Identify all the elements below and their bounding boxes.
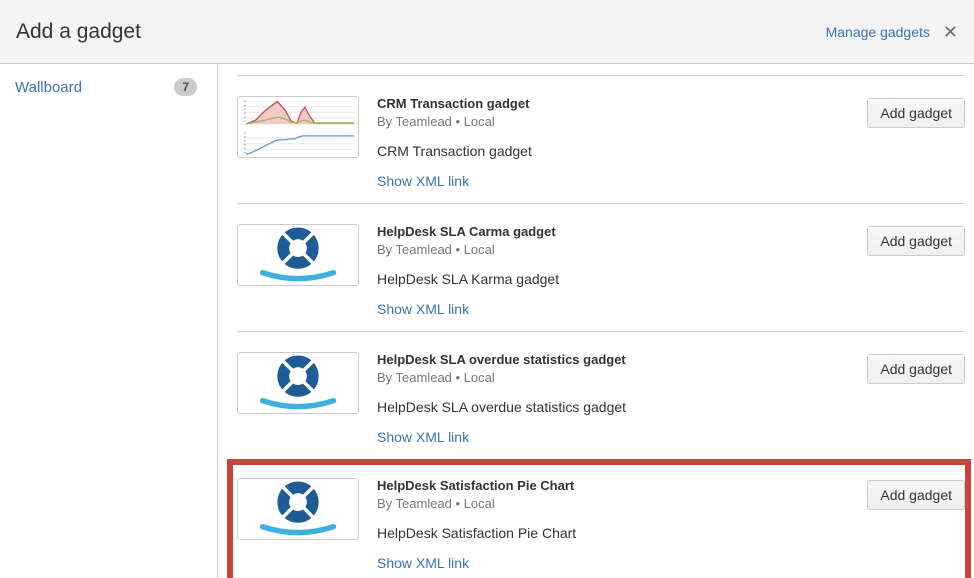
gadget-thumbnail: [237, 478, 359, 540]
swoosh-icon: [263, 401, 334, 407]
gadget-description: HelpDesk SLA overdue statistics gadget: [377, 399, 867, 415]
gadget-description: HelpDesk SLA Karma gadget: [377, 271, 867, 287]
gadget-byline: By Teamlead • Local: [377, 114, 867, 129]
header-actions: Manage gadgets ✕: [826, 23, 958, 41]
crm-line-chart-icon: [238, 96, 358, 158]
add-gadget-dialog: Add a gadget Manage gadgets ✕ Wallboard …: [0, 0, 974, 578]
gadget-thumbnail: [237, 96, 359, 158]
add-gadget-button[interactable]: Add gadget: [867, 480, 965, 510]
gadget-byline: By Teamlead • Local: [377, 370, 867, 385]
gadget-info: HelpDesk SLA Carma gadget By Teamlead • …: [359, 224, 867, 319]
gadget-title: CRM Transaction gadget: [377, 96, 867, 111]
page-title: Add a gadget: [16, 20, 141, 44]
gadget-info: HelpDesk Satisfaction Pie Chart By Teaml…: [359, 478, 867, 573]
gadget-thumbnail: [237, 224, 359, 286]
lifesaver-icon: [238, 352, 358, 414]
show-xml-link[interactable]: Show XML link: [377, 301, 469, 317]
gadget-title: HelpDesk Satisfaction Pie Chart: [377, 478, 867, 493]
dialog-header: Add a gadget Manage gadgets ✕: [0, 0, 974, 64]
manage-gadgets-link[interactable]: Manage gadgets: [826, 24, 930, 40]
gadget-info: HelpDesk SLA overdue statistics gadget B…: [359, 352, 867, 447]
highlight-annotation-box: HelpDesk Satisfaction Pie Chart By Teaml…: [227, 459, 971, 578]
gadget-byline: By Teamlead • Local: [377, 496, 867, 511]
swoosh-icon: [263, 527, 334, 533]
dialog-body: Wallboard 7: [0, 64, 974, 578]
lifesaver-icon: [238, 478, 358, 540]
gadget-row-crm-transaction: CRM Transaction gadget By Teamlead • Loc…: [237, 75, 965, 203]
gadget-description: CRM Transaction gadget: [377, 143, 867, 159]
sidebar-item-wallboard[interactable]: Wallboard 7: [0, 75, 217, 99]
gadget-info: CRM Transaction gadget By Teamlead • Loc…: [359, 96, 867, 191]
show-xml-link[interactable]: Show XML link: [377, 429, 469, 445]
gadget-byline: By Teamlead • Local: [377, 242, 867, 257]
sidebar: Wallboard 7: [0, 64, 218, 578]
sidebar-item-label: Wallboard: [15, 79, 82, 96]
gadget-thumbnail: [237, 352, 359, 414]
show-xml-link[interactable]: Show XML link: [377, 173, 469, 189]
gadget-title: HelpDesk SLA overdue statistics gadget: [377, 352, 867, 367]
gadget-row-sla-karma: HelpDesk SLA Carma gadget By Teamlead • …: [237, 203, 965, 331]
add-gadget-button[interactable]: Add gadget: [867, 354, 965, 384]
add-gadget-button[interactable]: Add gadget: [867, 226, 965, 256]
list-top-spacer: [237, 64, 965, 75]
show-xml-link[interactable]: Show XML link: [377, 555, 469, 571]
gadget-count-badge: 7: [174, 78, 197, 96]
swoosh-icon: [263, 273, 334, 279]
gadget-title: HelpDesk SLA Carma gadget: [377, 224, 867, 239]
gadget-description: HelpDesk Satisfaction Pie Chart: [377, 525, 867, 541]
lifesaver-icon: [238, 224, 358, 286]
close-icon[interactable]: ✕: [943, 23, 958, 41]
gadget-row-satisfaction-pie: HelpDesk Satisfaction Pie Chart By Teaml…: [237, 465, 965, 578]
gadget-list: CRM Transaction gadget By Teamlead • Loc…: [218, 64, 974, 578]
add-gadget-button[interactable]: Add gadget: [867, 98, 965, 128]
gadget-row-sla-overdue: HelpDesk SLA overdue statistics gadget B…: [237, 331, 965, 459]
